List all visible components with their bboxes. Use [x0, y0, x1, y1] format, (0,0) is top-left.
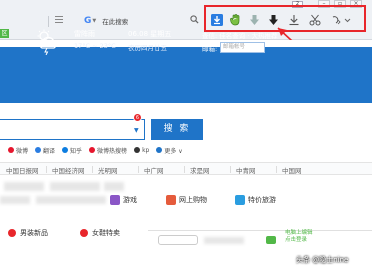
- site-favicon-icon: [156, 147, 163, 153]
- shoe-icon: [80, 229, 88, 237]
- wechat-icon[interactable]: [266, 236, 276, 244]
- tag-icon: [8, 229, 16, 237]
- promo-line: 电脑上编辑: [285, 230, 313, 236]
- divider: [230, 166, 231, 173]
- city-tag[interactable]: 区: [0, 29, 9, 38]
- mail-query-links[interactable]: 查信: 佳名查询 · 大热推荐: [202, 30, 277, 40]
- category-label: 女鞋特卖: [92, 229, 120, 237]
- header-banner: [0, 47, 372, 103]
- hot-link-label: 微博热搜榜: [97, 147, 128, 155]
- divider: [48, 16, 49, 27]
- category-womens-shoes[interactable]: 女鞋特卖: [80, 228, 120, 238]
- service-shopping[interactable]: 网上购物: [166, 195, 207, 205]
- category-label: 男装新品: [20, 229, 48, 237]
- menu-icon[interactable]: [55, 16, 63, 25]
- hot-link-label: 翻译: [43, 147, 56, 155]
- hot-link[interactable]: kp: [134, 147, 149, 154]
- hot-link-label: 更多 ∨: [164, 147, 183, 155]
- hot-link-label: kp: [142, 146, 150, 154]
- divider: [184, 166, 185, 173]
- email-field[interactable]: 邮箱帐号: [220, 42, 265, 53]
- service-travel[interactable]: 特价旅游: [235, 195, 276, 205]
- hot-link-label: 知乎: [70, 147, 83, 155]
- site-favicon-icon: [89, 147, 96, 153]
- magnifier-icon[interactable]: [188, 13, 201, 26]
- shopping-cart-icon: [166, 195, 176, 205]
- weather-temperature: 17°C ~ 23°C: [74, 42, 116, 50]
- site-favicon-icon: [62, 147, 69, 153]
- site-link[interactable]: 中国网: [282, 165, 302, 175]
- site-link[interactable]: 中广网: [144, 165, 164, 175]
- divider: [276, 166, 277, 173]
- site-links-row: 中国日报网 中国经济网 光明网 中广网 求是网 中青网 中国网: [0, 162, 372, 175]
- site-link[interactable]: 中国经济网: [52, 165, 85, 175]
- weather-condition[interactable]: 雷阵雨: [74, 29, 95, 39]
- thunderstorm-icon: [37, 29, 57, 55]
- mail-label: 邮箱:: [202, 45, 218, 53]
- site-link[interactable]: 中国日报网: [6, 165, 39, 175]
- hot-link-label: 微博: [16, 147, 29, 155]
- service-label: 网上购物: [179, 196, 207, 204]
- gamepad-icon: [110, 195, 120, 205]
- airplane-icon: [235, 195, 245, 205]
- site-link[interactable]: 中青网: [236, 165, 256, 175]
- hot-link[interactable]: 微博热搜榜: [89, 146, 127, 155]
- notification-badge[interactable]: 6: [133, 113, 142, 122]
- hot-links: 微博 翻译 知乎 微博热搜榜 kp 更多 ∨: [0, 144, 220, 156]
- category-mens-clothing[interactable]: 男装新品: [8, 228, 48, 238]
- hot-link[interactable]: 翻译: [35, 146, 55, 155]
- lunar-date: 农历四月廿五: [128, 44, 167, 52]
- divider: [138, 166, 139, 173]
- hot-link[interactable]: 微博: [8, 146, 28, 155]
- date-text: 06.08 星期五: [128, 30, 172, 38]
- service-label: 特价旅游: [248, 196, 276, 204]
- bottom-panel: [148, 230, 372, 272]
- hot-link[interactable]: 更多 ∨: [156, 146, 183, 155]
- search-button[interactable]: 搜 索: [151, 119, 203, 140]
- phone-promo[interactable]: 电脑上编辑 点击登录: [285, 230, 313, 244]
- main-search-input[interactable]: [0, 119, 145, 140]
- divider: [92, 166, 93, 173]
- chevron-down-icon[interactable]: ▼: [134, 127, 139, 134]
- qq-widget[interactable]: [158, 235, 198, 245]
- service-games[interactable]: 游戏: [110, 195, 137, 205]
- search-input[interactable]: 在此搜索: [102, 16, 128, 26]
- promo-line: 点击登录: [285, 237, 308, 243]
- chevron-down-icon[interactable]: ▼: [92, 18, 96, 24]
- watermark: 头条 @隐士nine: [296, 256, 349, 264]
- site-link[interactable]: 求是网: [190, 165, 210, 175]
- divider: [46, 166, 47, 173]
- site-favicon-icon: [35, 147, 42, 153]
- search-engine-box[interactable]: G ▼ 在此搜索: [84, 14, 164, 28]
- site-link[interactable]: 光明网: [98, 165, 118, 175]
- site-favicon-icon: [8, 147, 14, 153]
- hot-link[interactable]: 知乎: [62, 146, 82, 155]
- google-icon[interactable]: G: [84, 16, 91, 26]
- site-favicon-icon: [134, 147, 141, 153]
- service-label: 游戏: [123, 196, 137, 204]
